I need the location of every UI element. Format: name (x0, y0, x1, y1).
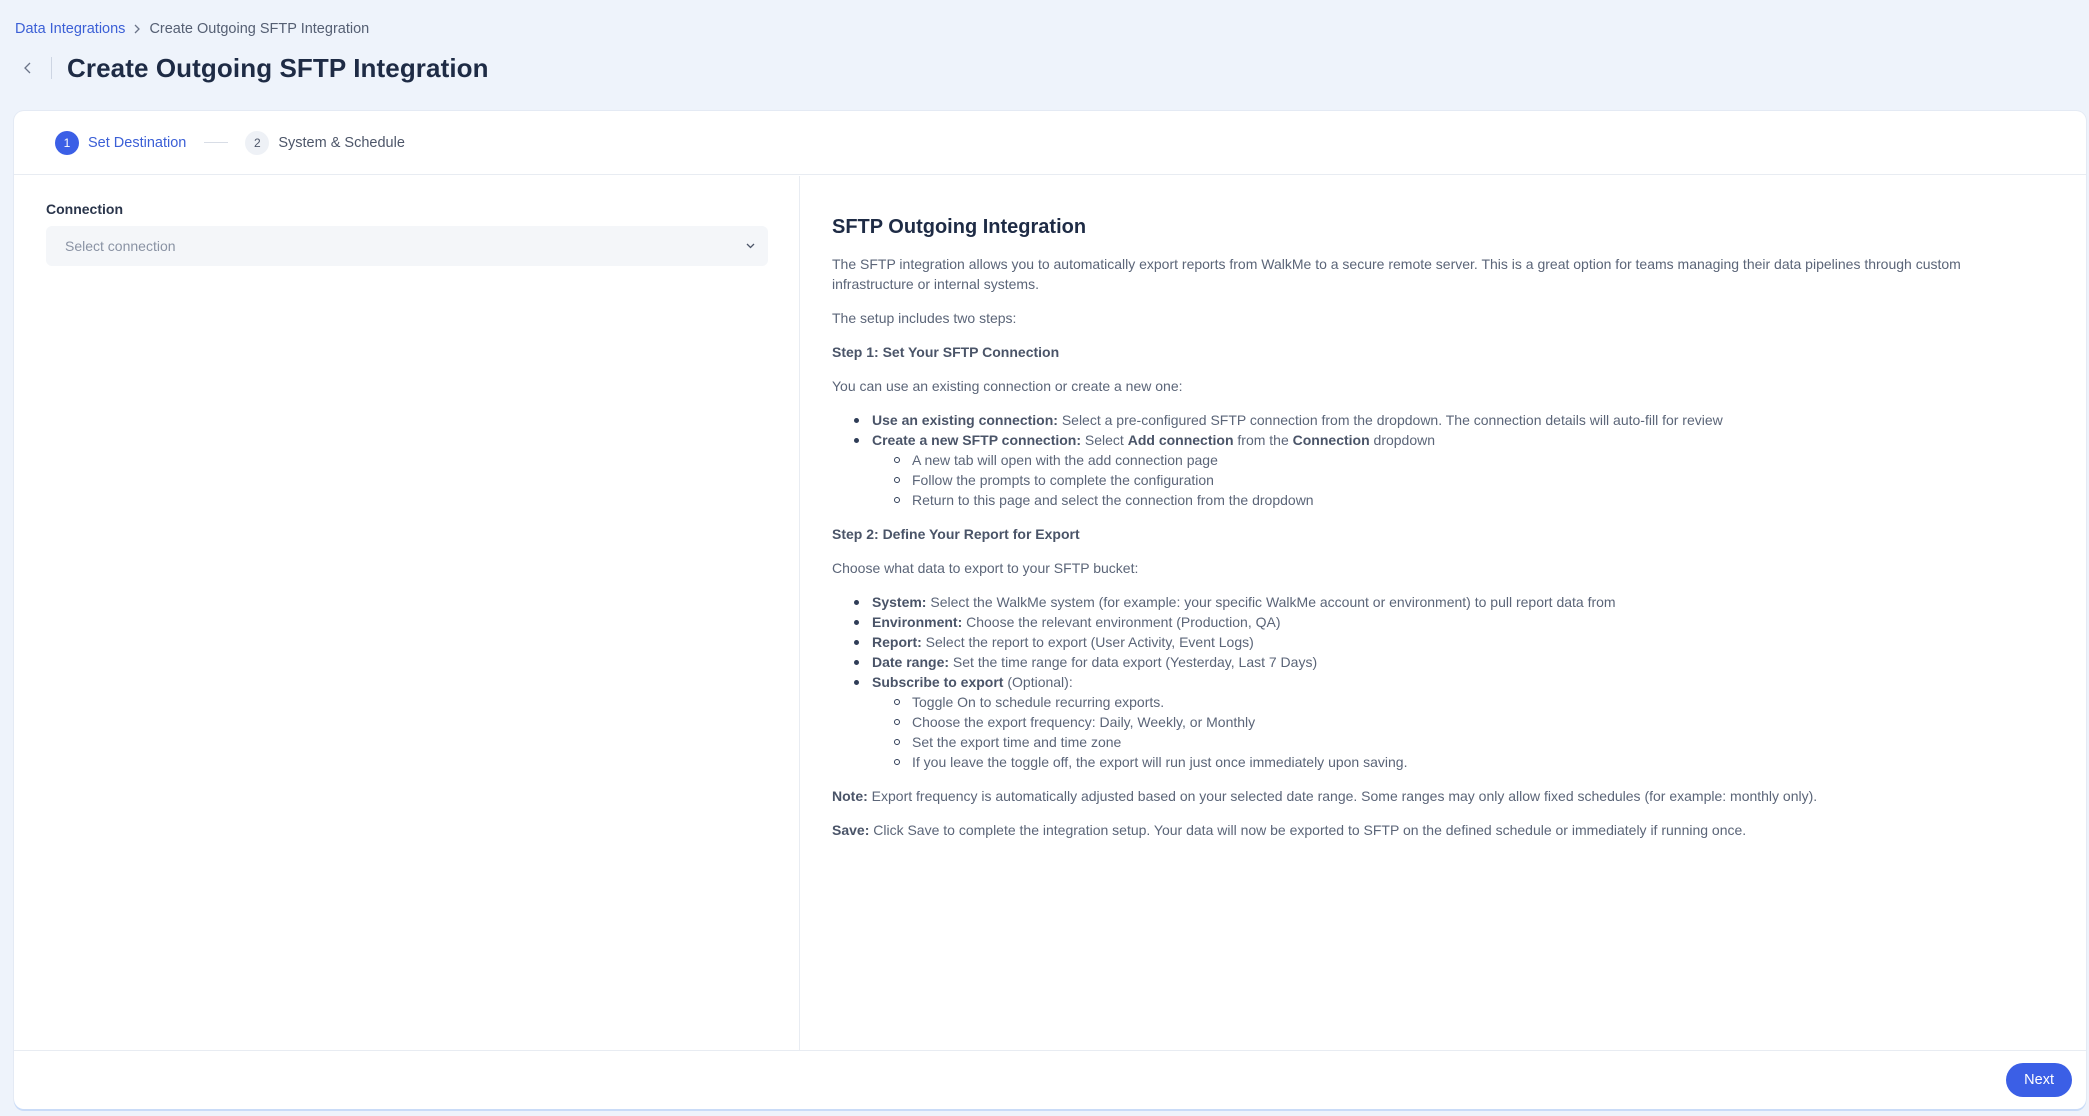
list-item: Set the export time and time zone (872, 732, 2046, 752)
chevron-down-icon (746, 243, 755, 249)
step1-title: Step 1: Set Your SFTP Connection (832, 344, 1060, 360)
list-item: Subscribe to export (Optional): Toggle O… (832, 672, 2046, 772)
step1-sublist: A new tab will open with the add connect… (872, 450, 2046, 510)
info-panel: SFTP Outgoing Integration The SFTP integ… (800, 176, 2086, 1050)
footer-bar: Next (14, 1050, 2086, 1109)
breadcrumb-link-data-integrations[interactable]: Data Integrations (15, 21, 125, 37)
step1-list: Use an existing connection: Select a pre… (832, 410, 2046, 510)
integration-card: 1 Set Destination 2 System & Schedule Co… (14, 111, 2086, 1109)
connection-label: Connection (46, 201, 123, 217)
step1-intro: You can use an existing connection or cr… (832, 378, 1183, 394)
list-item: Environment: Choose the relevant environ… (832, 612, 2046, 632)
step-number-badge: 1 (55, 130, 79, 155)
list-item: Choose the export frequency: Daily, Week… (872, 712, 2046, 732)
next-button[interactable]: Next (2006, 1063, 2072, 1097)
list-item: If you leave the toggle off, the export … (872, 752, 2046, 772)
step-label: System & Schedule (278, 134, 405, 151)
header-divider (51, 57, 52, 79)
step2-title: Step 2: Define Your Report for Export (832, 526, 1080, 542)
info-intro: The SFTP integration allows you to autom… (832, 256, 1961, 292)
info-note: Note: Export frequency is automatically … (832, 788, 1818, 804)
list-item: Use an existing connection: Select a pre… (832, 410, 2046, 430)
list-item: System: Select the WalkMe system (for ex… (832, 592, 2046, 612)
chevron-left-icon (24, 62, 31, 74)
page-header: Create Outgoing SFTP Integration (15, 50, 489, 86)
connection-select[interactable]: Select connection (46, 226, 768, 266)
info-setup: The setup includes two steps: (832, 310, 1017, 326)
step2-list: System: Select the WalkMe system (for ex… (832, 592, 2046, 772)
step-label: Set Destination (88, 134, 187, 151)
info-title: SFTP Outgoing Integration (832, 216, 1087, 238)
step-set-destination[interactable]: 1 Set Destination (55, 130, 187, 155)
content-panels: Connection Select connection SFTP Outgoi… (14, 176, 2086, 1050)
breadcrumb: Data Integrations Create Outgoing SFTP I… (15, 19, 369, 39)
list-item: Return to this page and select the conne… (872, 490, 2046, 510)
step-connector (204, 142, 229, 143)
step-number-badge: 2 (245, 130, 270, 155)
step2-sublist: Toggle On to schedule recurring exports.… (872, 692, 2046, 772)
stepper: 1 Set Destination 2 System & Schedule (14, 111, 2086, 175)
chevron-right-icon (125, 24, 149, 34)
page-title: Create Outgoing SFTP Integration (67, 52, 489, 83)
back-button[interactable] (15, 53, 41, 83)
breadcrumb-current: Create Outgoing SFTP Integration (149, 21, 370, 37)
info-save: Save: Click Save to complete the integra… (832, 822, 1747, 838)
list-item: Create a new SFTP connection: Select Add… (832, 430, 2046, 510)
list-item: Follow the prompts to complete the confi… (872, 470, 2046, 490)
form-panel: Connection Select connection (14, 176, 800, 1050)
list-item: Date range: Set the time range for data … (832, 652, 2046, 672)
list-item: Report: Select the report to export (Use… (832, 632, 2046, 652)
step-system-schedule[interactable]: 2 System & Schedule (245, 130, 405, 155)
list-item: A new tab will open with the add connect… (872, 450, 2046, 470)
connection-select-placeholder: Select connection (65, 238, 176, 254)
step2-intro: Choose what data to export to your SFTP … (832, 560, 1139, 576)
list-item: Toggle On to schedule recurring exports. (872, 692, 2046, 712)
